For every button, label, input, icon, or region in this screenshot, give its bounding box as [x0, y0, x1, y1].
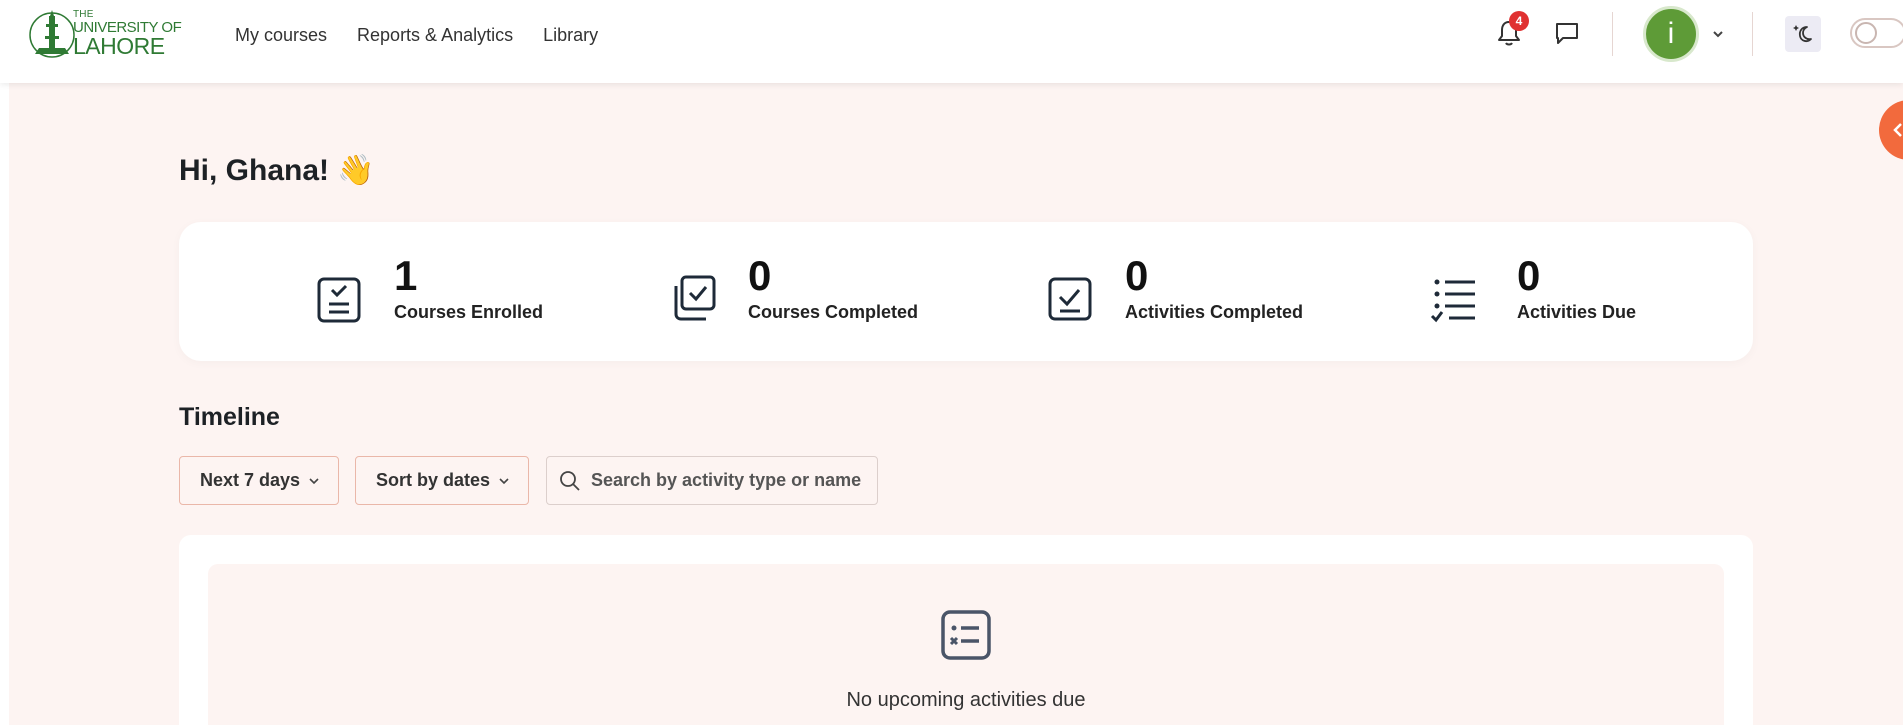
top-navbar: THE UNIVERSITY OF LAHORE My courses Repo…	[0, 0, 1903, 83]
user-avatar[interactable]: i	[1643, 6, 1699, 62]
chat-bubble-icon	[1556, 23, 1578, 44]
list-check-icon	[1430, 279, 1475, 323]
toggle-knob	[1855, 22, 1877, 44]
stat-label: Courses Completed	[748, 302, 919, 322]
stat-value: 0	[1517, 252, 1541, 299]
stat-label: Activities Due	[1517, 302, 1637, 322]
stat-label: Courses Enrolled	[394, 302, 544, 322]
arrow-left-icon	[1893, 123, 1902, 137]
primary-nav: My courses Reports & Analytics Library	[235, 24, 598, 46]
nav-my-courses[interactable]: My courses	[235, 24, 327, 46]
stat-activities-due[interactable]: 0 Activities Due	[1429, 254, 1636, 324]
stat-label: Activities Completed	[1125, 302, 1304, 322]
activity-search[interactable]	[546, 456, 878, 505]
chevron-down-icon	[309, 477, 319, 484]
empty-state-message: No upcoming activities due	[846, 689, 1086, 711]
theme-mode-button[interactable]	[1785, 16, 1821, 52]
checklist-document-icon	[317, 277, 361, 323]
timeline-heading: Timeline	[179, 403, 280, 431]
stat-courses-enrolled[interactable]: 1 Courses Enrolled	[314, 254, 543, 324]
chevron-down-icon	[499, 477, 509, 484]
stat-value: 0	[1125, 252, 1149, 299]
nav-library[interactable]: Library	[543, 24, 598, 46]
stat-activities-completed[interactable]: 0 Activities Completed	[1045, 254, 1303, 324]
stat-value: 0	[748, 252, 772, 299]
university-logo[interactable]: THE UNIVERSITY OF LAHORE	[25, 8, 185, 60]
moon-stars-icon	[1793, 25, 1812, 43]
nav-reports-analytics[interactable]: Reports & Analytics	[357, 24, 513, 46]
stats-card: 1 Courses Enrolled 0 Courses Completed 0…	[179, 222, 1753, 361]
stacked-check-icon	[674, 275, 716, 321]
notification-count-badge: 4	[1509, 11, 1529, 31]
sort-dropdown[interactable]: Sort by dates	[355, 456, 530, 505]
sort-label: Sort by dates	[376, 470, 491, 490]
stat-value: 1	[394, 252, 418, 299]
empty-list-icon	[941, 610, 991, 660]
checkbox-icon	[1048, 277, 1092, 321]
minaret-logo-icon	[29, 10, 75, 58]
header-divider	[1752, 12, 1753, 56]
messages-button[interactable]	[1552, 18, 1582, 48]
header-divider	[1612, 12, 1613, 56]
greeting-text: Hi, Ghana!	[179, 153, 330, 187]
empty-state-panel: No upcoming activities due	[208, 564, 1724, 725]
waving-hand-icon: 👋	[337, 154, 375, 187]
date-range-dropdown[interactable]: Next 7 days	[179, 456, 340, 505]
date-range-label: Next 7 days	[200, 470, 301, 490]
logo-line-3: LAHORE	[73, 33, 165, 59]
welcome-greeting: Hi, Ghana! 👋	[179, 153, 374, 188]
search-input[interactable]	[591, 470, 861, 491]
search-icon	[560, 470, 580, 491]
logo-wordmark: THE UNIVERSITY OF LAHORE	[73, 10, 182, 59]
mode-toggle-switch[interactable]	[1850, 18, 1903, 48]
stat-courses-completed[interactable]: 0 Courses Completed	[668, 254, 918, 324]
chevron-down-icon[interactable]	[1710, 26, 1726, 42]
timeline-card: No upcoming activities due	[179, 535, 1753, 725]
